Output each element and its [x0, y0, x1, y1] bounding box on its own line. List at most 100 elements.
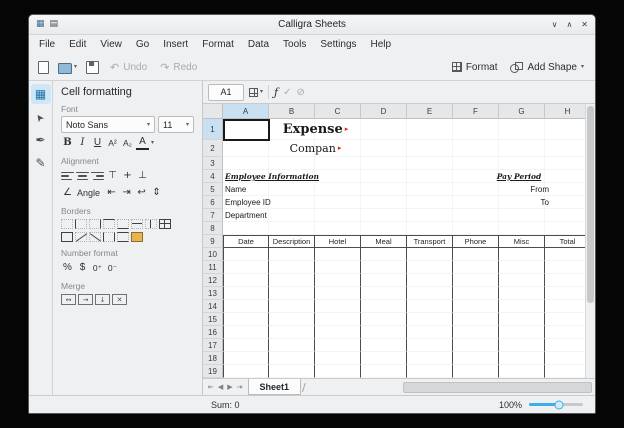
cell-C5[interactable]	[315, 183, 361, 196]
column-header-H[interactable]: H	[545, 104, 585, 118]
cell-A8[interactable]	[223, 222, 269, 235]
vertical-scrollbar-thumb[interactable]	[587, 106, 594, 303]
cell-B5[interactable]	[269, 183, 315, 196]
border-inner-horizontal-button[interactable]	[131, 219, 143, 229]
cell-D2[interactable]	[361, 140, 407, 157]
cell-H14[interactable]	[545, 300, 585, 313]
column-header-G[interactable]: G	[499, 104, 545, 118]
cell-F1[interactable]	[453, 119, 499, 140]
cell-C10[interactable]	[315, 248, 361, 261]
cell-H5[interactable]	[545, 183, 585, 196]
cell-C16[interactable]	[315, 326, 361, 339]
cell-E7[interactable]	[407, 209, 453, 222]
cell-E3[interactable]	[407, 157, 453, 170]
title-bar[interactable]: ▦ ▤ Calligra Sheets ∨ ∧ ✕	[29, 15, 595, 35]
cell-B16[interactable]	[269, 326, 315, 339]
column-header-A[interactable]: A	[223, 104, 269, 118]
cell-F10[interactable]	[453, 248, 499, 261]
cell-A16[interactable]	[223, 326, 269, 339]
cell-D10[interactable]	[361, 248, 407, 261]
cell-H3[interactable]	[545, 157, 585, 170]
cell-D6[interactable]	[361, 196, 407, 209]
column-header-D[interactable]: D	[361, 104, 407, 118]
cell-D5[interactable]	[361, 183, 407, 196]
cell-D19[interactable]	[361, 365, 407, 378]
row-header-13[interactable]: 13	[203, 287, 223, 300]
cell-G11[interactable]	[499, 261, 545, 274]
cell-D1[interactable]	[361, 119, 407, 140]
cell-H6[interactable]	[545, 196, 585, 209]
cell-E5[interactable]	[407, 183, 453, 196]
cell-C17[interactable]	[315, 339, 361, 352]
row-header-6[interactable]: 6	[203, 196, 223, 209]
cell-F7[interactable]	[453, 209, 499, 222]
cell-E17[interactable]	[407, 339, 453, 352]
underline-button[interactable]: U	[91, 136, 104, 150]
menu-item-data[interactable]: Data	[241, 39, 276, 50]
cell-G10[interactable]	[499, 248, 545, 261]
row-header-19[interactable]: 19	[203, 365, 223, 378]
row-header-12[interactable]: 12	[203, 274, 223, 287]
border-diagonal-down-button[interactable]	[75, 232, 87, 242]
cancel-formula-icon[interactable]: ⊘	[296, 87, 304, 98]
redo-button[interactable]: ↷Redo	[155, 60, 202, 75]
row-header-10[interactable]: 10	[203, 248, 223, 261]
cell-G13[interactable]	[499, 287, 545, 300]
row-header-14[interactable]: 14	[203, 300, 223, 313]
cell-H1[interactable]	[545, 119, 585, 140]
currency-format-button[interactable]: $	[76, 261, 89, 275]
merge-vertical-button[interactable]: ↓	[95, 294, 110, 305]
zoom-slider-handle[interactable]	[554, 400, 563, 409]
cell-C18[interactable]	[315, 352, 361, 365]
cell-F19[interactable]	[453, 365, 499, 378]
row-header-5[interactable]: 5	[203, 183, 223, 196]
border-vertical-sides-button[interactable]	[103, 232, 115, 242]
close-button[interactable]: ✕	[581, 21, 588, 29]
cell-E15[interactable]	[407, 313, 453, 326]
cell-reference-box[interactable]: A1	[208, 84, 244, 101]
cell-A12[interactable]	[223, 274, 269, 287]
cell-D7[interactable]	[361, 209, 407, 222]
cell-H8[interactable]	[545, 222, 585, 235]
cell-expense-title[interactable]: Expense▸	[269, 119, 362, 140]
row-header-3[interactable]: 3	[203, 157, 223, 170]
align-left-button[interactable]	[61, 169, 74, 183]
cell-H17[interactable]	[545, 339, 585, 352]
menu-item-edit[interactable]: Edit	[62, 39, 93, 50]
border-none-button[interactable]	[61, 219, 73, 229]
row-header-11[interactable]: 11	[203, 261, 223, 274]
font-size-select[interactable]: 11▾	[158, 116, 194, 133]
shape-select-tool-button[interactable]: ➤	[31, 107, 51, 127]
cell-H12[interactable]	[545, 274, 585, 287]
cell-G9[interactable]: Misc	[499, 235, 545, 248]
column-header-F[interactable]: F	[453, 104, 499, 118]
cell-G3[interactable]	[499, 157, 545, 170]
cell-E2[interactable]	[407, 140, 453, 157]
maximize-button[interactable]: ∧	[566, 21, 572, 29]
decrease-precision-button[interactable]: 0⁻	[106, 261, 119, 275]
font-color-button[interactable]: A	[136, 136, 149, 150]
cell-A3[interactable]	[223, 157, 269, 170]
border-right-button[interactable]	[89, 219, 101, 229]
wrap-text-button[interactable]: ↩	[135, 186, 148, 200]
border-inner-vertical-button[interactable]	[145, 219, 157, 229]
row-header-2[interactable]: 2	[203, 140, 223, 157]
merge-cells-button[interactable]: ↔	[61, 294, 76, 305]
column-header-B[interactable]: B	[269, 104, 315, 118]
cell-H13[interactable]	[545, 287, 585, 300]
cell-A15[interactable]	[223, 313, 269, 326]
cell-E4[interactable]	[407, 170, 453, 183]
merge-horizontal-button[interactable]: →	[78, 294, 93, 305]
next-sheet-button[interactable]: ▶	[225, 384, 234, 391]
menu-item-tools[interactable]: Tools	[276, 39, 313, 50]
cell-A14[interactable]	[223, 300, 269, 313]
superscript-button[interactable]: A²	[106, 136, 119, 150]
add-shape-button[interactable]: Add Shape▾	[505, 60, 589, 75]
cell-E19[interactable]	[407, 365, 453, 378]
cell-D11[interactable]	[361, 261, 407, 274]
indent-increase-button[interactable]: ⇥	[120, 186, 133, 200]
cell-D9[interactable]: Meal	[361, 235, 407, 248]
cell-E12[interactable]	[407, 274, 453, 287]
cell-A11[interactable]	[223, 261, 269, 274]
cell-employee-id-label[interactable]: Employee ID	[225, 196, 271, 209]
